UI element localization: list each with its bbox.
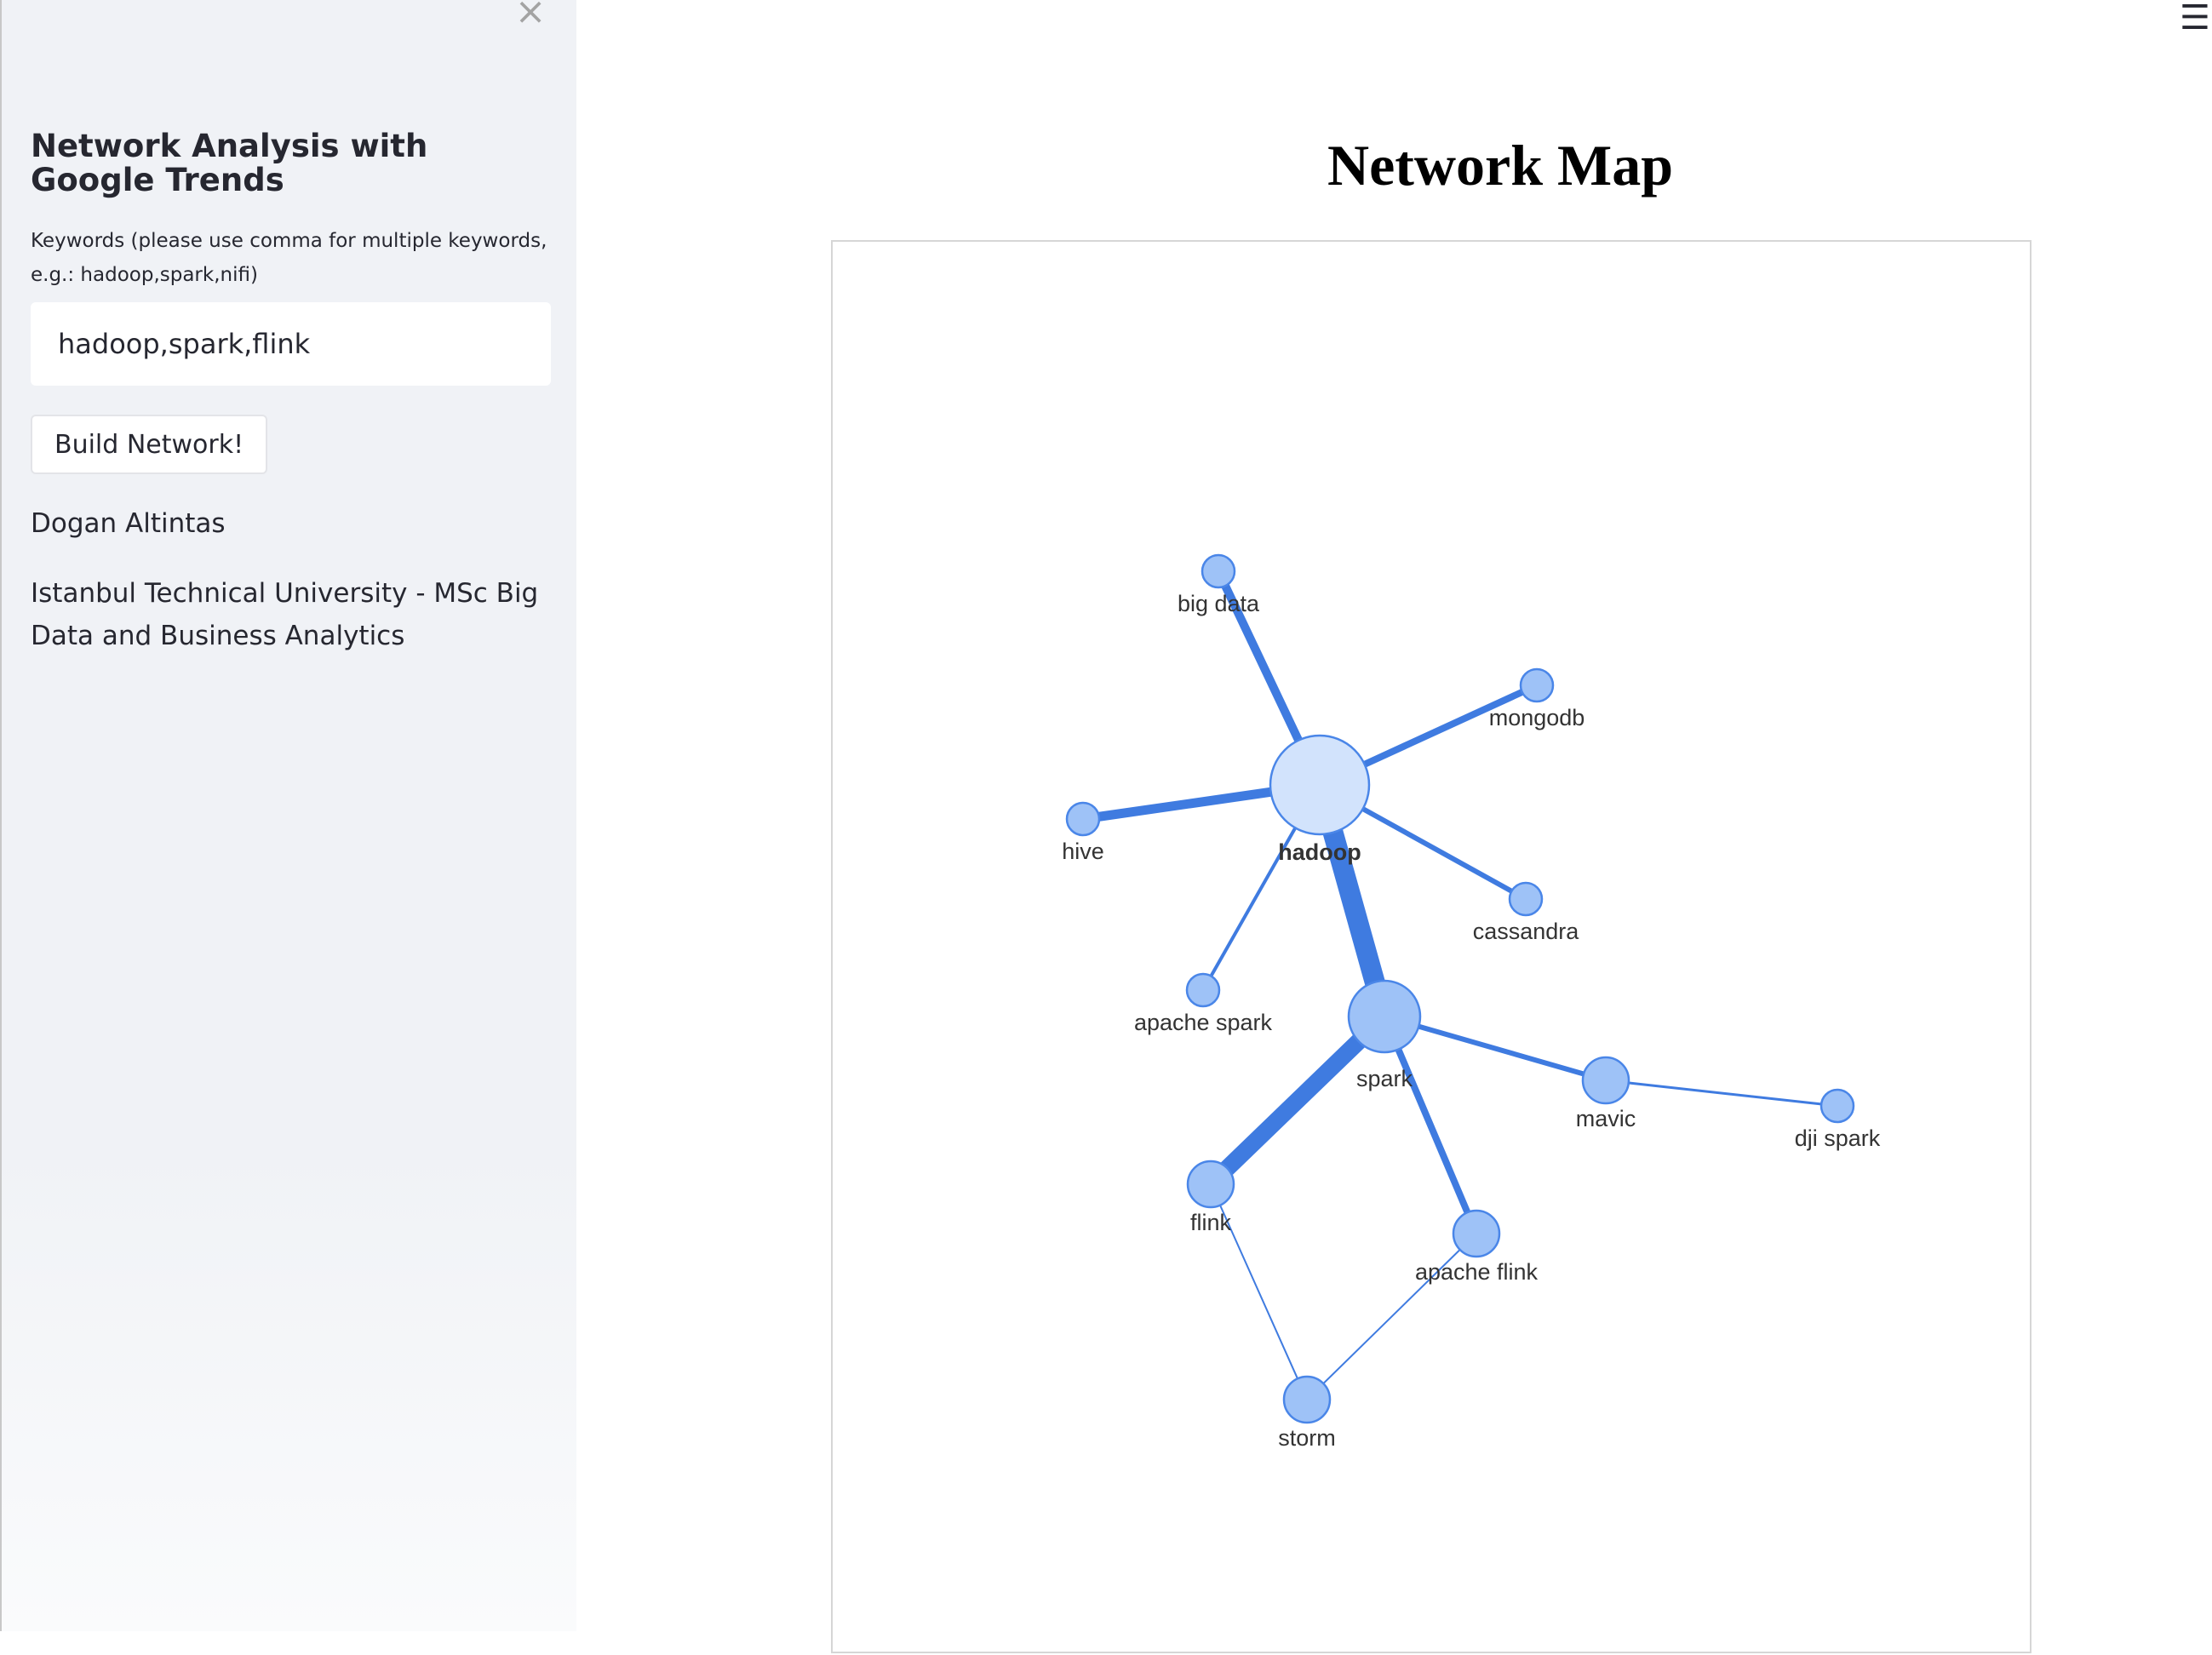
node-label-spark: spark <box>1356 1066 1413 1091</box>
node-label-storm: storm <box>1278 1425 1336 1451</box>
node-hive[interactable] <box>1065 801 1101 837</box>
node-hadoop[interactable] <box>1269 734 1371 836</box>
labels-layer: hadoop spark big data mongodb hive cassandra a… <box>1062 591 1881 1451</box>
node-label-dji-spark: dji spark <box>1795 1125 1881 1151</box>
nodes-layer <box>1065 553 1855 1424</box>
node-label-apache-spark: apache spark <box>1134 1010 1273 1035</box>
network-graph-frame: hadoop spark big data mongodb hive cassandra a… <box>831 240 2031 1653</box>
node-apache-flink[interactable] <box>1452 1209 1501 1258</box>
node-spark[interactable] <box>1347 979 1422 1054</box>
node-mavic[interactable] <box>1581 1056 1630 1105</box>
node-label-hive: hive <box>1062 839 1104 864</box>
sidebar-title: Network Analysis with Google Trends <box>31 128 428 198</box>
keywords-input[interactable] <box>31 302 551 386</box>
node-label-apache-flink: apache flink <box>1415 1259 1539 1285</box>
page-title: Network Map <box>1327 133 1674 198</box>
node-dji-spark[interactable] <box>1819 1088 1855 1124</box>
node-flink[interactable] <box>1186 1160 1235 1209</box>
build-network-button[interactable]: Build Network! <box>31 415 268 474</box>
author-name: Dogan Altintas <box>31 508 226 539</box>
node-label-big-data: big data <box>1178 591 1260 616</box>
node-storm[interactable] <box>1282 1375 1332 1424</box>
affiliation-text: Istanbul Technical University - MSc Big … <box>31 578 539 651</box>
node-label-cassandra: cassandra <box>1473 919 1580 944</box>
hamburger-menu-icon[interactable]: ☰ <box>2180 0 2210 37</box>
close-sidebar-icon[interactable]: × <box>513 0 547 31</box>
sidebar: × Network Analysis with Google Trends Ke… <box>0 0 576 1631</box>
node-apache-spark[interactable] <box>1185 972 1221 1008</box>
node-label-mongodb: mongodb <box>1489 705 1585 730</box>
network-graph[interactable]: hadoop spark big data mongodb hive cassandra a… <box>833 242 2033 1655</box>
node-label-mavic: mavic <box>1576 1106 1636 1131</box>
node-label-flink: flink <box>1190 1210 1232 1235</box>
keywords-help-label: Keywords (please use comma for multiple … <box>31 230 547 286</box>
node-big-data[interactable] <box>1201 553 1236 589</box>
node-mongodb[interactable] <box>1519 667 1555 703</box>
edge-mavic-dji-spark[interactable] <box>1605 1079 1838 1108</box>
node-label-hadoop: hadoop <box>1278 839 1361 865</box>
node-cassandra[interactable] <box>1508 881 1544 917</box>
